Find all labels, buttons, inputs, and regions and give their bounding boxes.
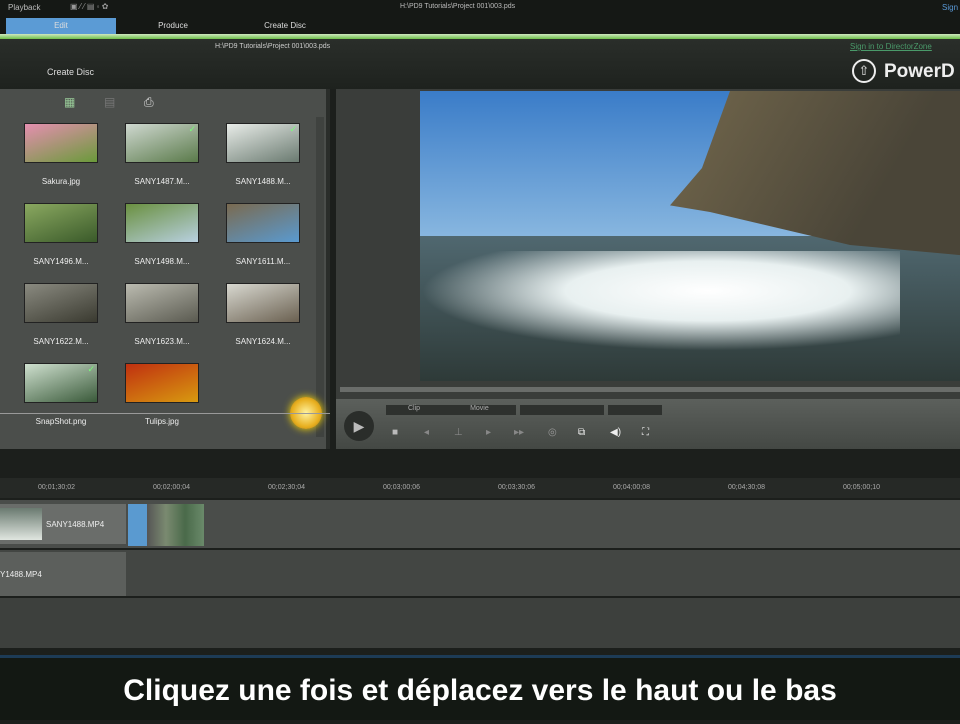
window-title: H:\PD9 Tutorials\Project 001\003.pds [400,3,516,10]
media-name: Sakura.jpg [41,177,81,186]
media-thumbnail[interactable] [24,283,98,323]
clip-name: SANY1488.MP4 [46,520,105,529]
media-name: SANY1498.M... [134,257,190,266]
powerdirector-logo-icon: ⇧ [852,59,876,83]
media-thumbnail[interactable] [226,203,300,243]
video-preview [420,91,960,381]
media-name: SANY1623.M... [134,337,190,346]
media-thumbnail[interactable] [24,123,98,163]
snapshot-icon[interactable]: ◎ [548,427,557,438]
media-name: SANY1487.M... [134,177,190,186]
fast-forward-icon[interactable]: ▸▸ [514,427,524,438]
previous-frame-icon[interactable]: ◂ [424,427,429,438]
clip-movie-toggle[interactable]: Clip Movie [386,405,516,415]
section-title: Create Disc [47,67,95,77]
splitter-line[interactable] [0,413,330,414]
media-name: SANY1611.M... [235,257,291,266]
header: H:\PD9 Tutorials\Project 001\003.pds Cre… [0,39,960,89]
library-scrollbar[interactable] [316,117,324,437]
logo-text: PowerD [884,61,955,82]
timecode-label: 00;02;30;04 [268,484,305,491]
timeline-ruler[interactable]: 00;01;30;02 00;02;00;04 00;02;30;04 00;03;0… [0,478,960,498]
check-icon: ✓ [87,364,95,374]
play-button[interactable]: ▶ [344,411,374,441]
check-icon: ✓ [289,124,297,134]
subtitle-caption: Cliquez une fois et déplacez vers le hau… [0,655,960,720]
seek-bar[interactable] [340,387,960,392]
media-name: Tulips.jpg [145,417,179,426]
media-thumbnail[interactable] [125,363,199,403]
import-icon[interactable]: ⎙ [144,95,154,110]
timecode-label: 00;03;30;06 [498,484,535,491]
media-name: SANY1622.M... [33,337,89,346]
media-thumbnail[interactable]: ✓ [226,123,300,163]
sign-link[interactable]: Sign [942,3,958,12]
timeline-clip[interactable]: SANY1488.MP4 [0,504,126,544]
project-path: H:\PD9 Tutorials\Project 001\003.pds [215,43,331,50]
audio-track: Y1488.MP4 [0,550,960,596]
media-thumbnail[interactable]: ✓ [24,363,98,403]
media-name: SANY1624.M... [235,337,291,346]
fullscreen-icon[interactable]: ⛶ [642,427,649,438]
timecode-label: 00;04;00;08 [613,484,650,491]
tab-movie[interactable]: Movie [470,405,489,412]
check-icon: ✓ [188,124,196,134]
title-bar: Playback ▣ ⁄ ⁄ ▤ ◦ ✿ H:\PD9 Tutorials\Pr… [0,0,960,36]
volume-icon[interactable]: ◀) [610,427,621,438]
quality-selector[interactable] [520,405,604,415]
media-thumbnail[interactable] [226,283,300,323]
stop-icon[interactable]: ■ [392,427,398,438]
tab-edit[interactable]: Edit [6,18,116,34]
playback-controls: ▶ Clip Movie ■ ◂ ⊥ ▸ ▸▸ ◎ ⧉ ◀) ⛶ [336,399,960,449]
media-thumbnail[interactable] [125,283,199,323]
effect-track [0,598,960,648]
media-thumbnail[interactable] [125,203,199,243]
tab-clip[interactable]: Clip [408,405,420,412]
media-name: SANY1488.M... [235,177,291,186]
video-track: SANY1488.MP4 [0,500,960,548]
playback-menu[interactable]: Playback [8,3,40,12]
timecode-field[interactable] [608,405,662,415]
media-library: ▦ ▤ ⎙ Sakura.jpg ✓ SANY1487.M... ✓ SANY1488.… [0,89,330,449]
timecode-label: 00;01;30;02 [38,484,75,491]
timeline-clip-dragged[interactable] [128,504,204,546]
timecode-label: 00;03;00;06 [383,484,420,491]
tab-produce[interactable]: Produce [118,18,228,34]
grid-view-icon[interactable]: ▦ [64,95,75,109]
media-name: SANY1496.M... [33,257,89,266]
audio-clip[interactable]: Y1488.MP4 [0,552,126,596]
preview-display-icon[interactable]: ⧉ [578,427,585,438]
tab-create-disc[interactable]: Create Disc [230,18,340,34]
audio-clip-name: Y1488.MP4 [0,570,42,579]
filmstrip-icon[interactable]: ▤ [104,95,115,109]
toolbar-icons[interactable]: ▣ ⁄ ⁄ ▤ ◦ ✿ [70,2,108,11]
timecode-label: 00;05;00;10 [843,484,880,491]
preview-panel: ▶ Clip Movie ■ ◂ ⊥ ▸ ▸▸ ◎ ⧉ ◀) ⛶ [336,89,960,449]
signin-link[interactable]: Sign in to DirectorZone [850,42,932,51]
next-frame-icon[interactable]: ▸ [486,427,491,438]
media-thumbnail[interactable]: ✓ [125,123,199,163]
media-thumbnail[interactable] [24,203,98,243]
split-icon[interactable]: ⊥ [454,427,463,438]
timecode-label: 00;04;30;08 [728,484,765,491]
timecode-label: 00;02;00;04 [153,484,190,491]
media-name: SnapShot.png [35,417,87,426]
